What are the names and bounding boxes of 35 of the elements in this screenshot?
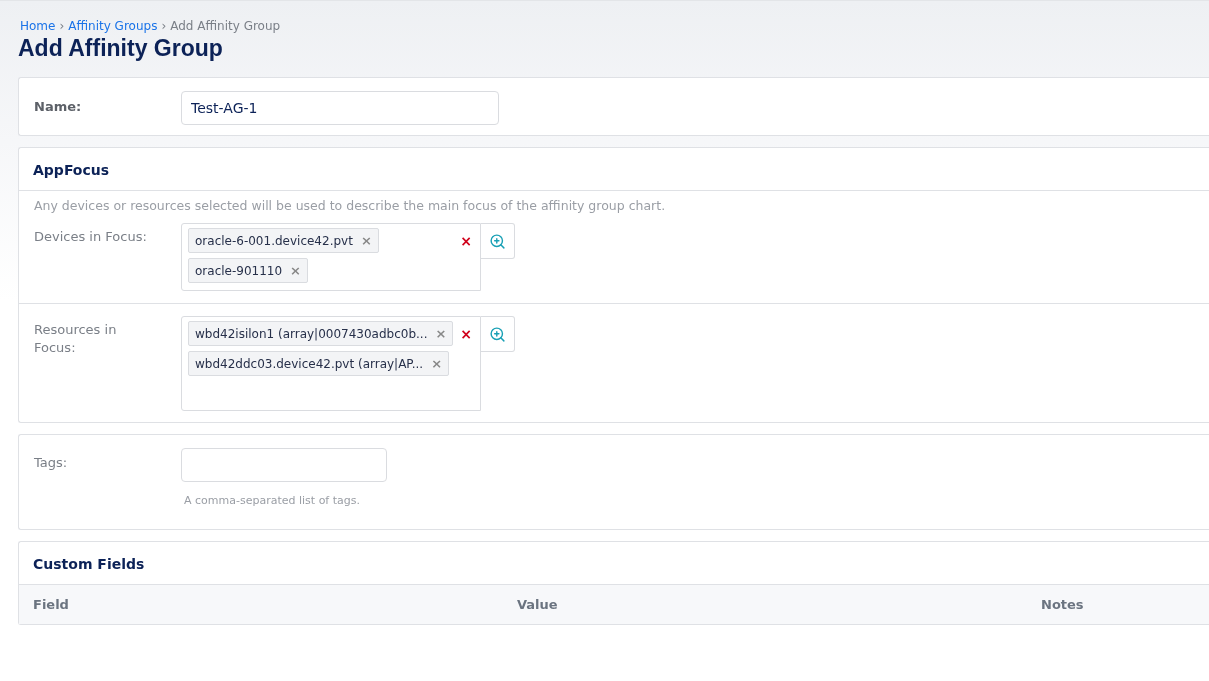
remove-token-button[interactable]: ×: [360, 233, 372, 248]
tags-input[interactable]: [181, 448, 387, 482]
column-header: Field: [33, 597, 70, 612]
breadcrumb-current: Add Affinity Group: [170, 19, 281, 33]
zoom-in-icon: [489, 325, 506, 343]
field-label: Tags:: [34, 454, 69, 472]
field-label: Devices in Focus:: [34, 228, 148, 246]
remove-token-button[interactable]: ×: [431, 356, 443, 371]
field-label: Name:: [34, 98, 83, 116]
remove-token-button[interactable]: ×: [435, 326, 447, 341]
breadcrumb-link[interactable]: Home: [20, 19, 56, 33]
section-title: AppFocus: [19, 148, 1209, 191]
multi-select-field[interactable]: wbd42isilon1 (array|0007430adbc0b... × wbd42ddc03.device42.pvt (array|AP... × ×: [181, 316, 481, 411]
breadcrumb-link[interactable]: Affinity Groups: [68, 19, 158, 33]
selected-token: wbd42isilon1 (array|0007430adbc0b... ×: [188, 321, 454, 346]
column-header: Notes: [1041, 597, 1085, 612]
breadcrumb-separator: ›: [161, 19, 167, 33]
page-title: Add Affinity Group: [18, 35, 224, 62]
name-input[interactable]: Test-AG-1: [181, 91, 499, 125]
section-title: Custom Fields: [32, 555, 146, 574]
selected-token: wbd42ddc03.device42.pvt (array|AP... ×: [188, 351, 450, 376]
clear-button[interactable]: ×: [458, 321, 474, 342]
section-description: Any devices or resources selected will be used to describe the main focus of the affinity group chart.: [33, 197, 667, 215]
breadcrumb-separator: ›: [59, 19, 65, 33]
selected-token: oracle-901110 ×: [188, 258, 308, 283]
zoom-in-button[interactable]: [481, 223, 515, 259]
column-header: Value: [517, 597, 559, 612]
multi-select-field[interactable]: oracle-6-001.device42.pvt × oracle-901110 × ×: [181, 223, 481, 291]
remove-token-button[interactable]: ×: [290, 263, 301, 278]
zoom-in-icon: [489, 232, 506, 250]
field-label: Resources in Focus:: [34, 321, 118, 357]
clear-button[interactable]: ×: [458, 228, 474, 249]
zoom-in-button[interactable]: [481, 316, 515, 352]
help-text: A comma-separated list of tags.: [184, 494, 361, 507]
selected-token: oracle-6-001.device42.pvt ×: [188, 228, 379, 253]
